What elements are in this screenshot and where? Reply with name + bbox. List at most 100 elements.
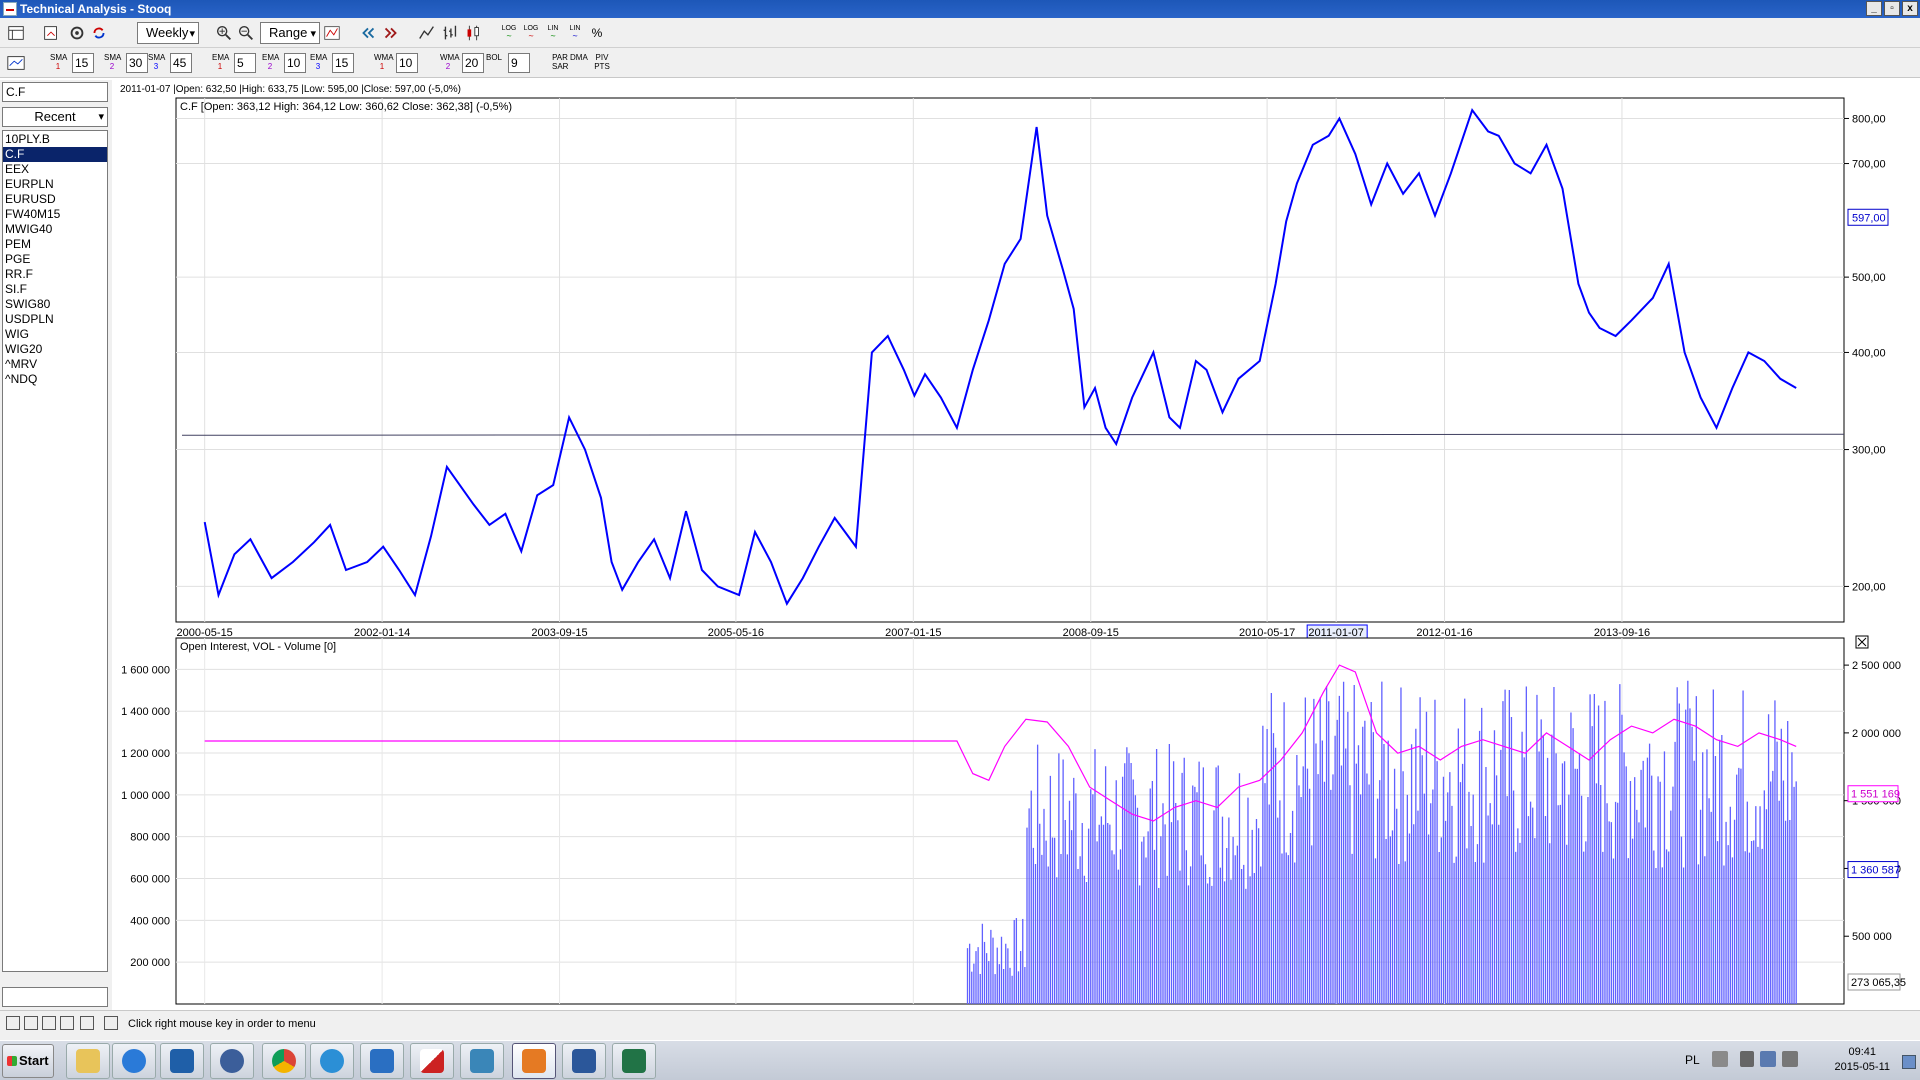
taskbar-word[interactable]	[562, 1043, 606, 1079]
symbol-list-item[interactable]: SI.F	[3, 282, 107, 297]
indicator-name: DMA	[570, 53, 588, 62]
symbol-list-item[interactable]: MWIG40	[3, 222, 107, 237]
recent-select[interactable]: Recent	[2, 107, 108, 127]
symbol-list-item[interactable]: SWIG80	[3, 297, 107, 312]
indicator-period-input[interactable]: 10	[396, 53, 418, 73]
symbol-list-item[interactable]: 10PLY.B	[3, 132, 107, 147]
indicator-bol[interactable]: BOL	[486, 53, 502, 62]
close-button[interactable]: x	[1902, 1, 1918, 16]
indicator-wma-2[interactable]: WMA 2	[440, 53, 460, 71]
symbol-list-item[interactable]: USDPLN	[3, 312, 107, 327]
scroll-right-icon[interactable]	[380, 22, 402, 44]
tray-arrow-icon[interactable]	[1740, 1051, 1754, 1067]
flag-icon[interactable]	[1760, 1051, 1776, 1067]
indicator-name: SMA	[50, 53, 68, 62]
bar-chart-icon[interactable]	[439, 22, 461, 44]
zoom-out-icon[interactable]	[235, 22, 257, 44]
indicator-ema-2[interactable]: EMA 2	[262, 53, 279, 71]
draw-fib-icon[interactable]	[60, 1016, 74, 1030]
network-icon[interactable]	[1712, 1051, 1728, 1067]
scroll-left-icon[interactable]	[357, 22, 379, 44]
indicator-period-input[interactable]: 10	[284, 53, 306, 73]
indicator-sma-3[interactable]: SMA 3	[148, 53, 165, 71]
symbol-list-item[interactable]: RR.F	[3, 267, 107, 282]
indicator-period-input[interactable]: 5	[234, 53, 256, 73]
draw-trend-icon[interactable]	[42, 1016, 56, 1030]
delete-drawing-icon[interactable]	[80, 1016, 94, 1030]
symbol-list-item[interactable]: ^MRV	[3, 357, 107, 372]
taskbar-k-app[interactable]	[410, 1043, 454, 1079]
taskbar-java[interactable]	[512, 1043, 556, 1079]
ohlc-info-line: 2011-01-07 |Open: 632,50 |High: 633,75 |…	[120, 84, 461, 95]
symbol-list-item[interactable]: WIG20	[3, 342, 107, 357]
taskbar-excel[interactable]	[612, 1043, 656, 1079]
clock[interactable]: 09:41 2015-05-11	[1835, 1045, 1890, 1075]
candle-chart-icon[interactable]	[462, 22, 484, 44]
taskbar-swan[interactable]	[210, 1043, 254, 1079]
taskbar-navigation[interactable]	[460, 1043, 504, 1079]
volume-icon[interactable]	[1782, 1051, 1798, 1067]
indicator-wma-1[interactable]: WMA 1	[374, 53, 394, 71]
indicator-period-input[interactable]: 15	[72, 53, 94, 73]
indicator-dma[interactable]: DMA	[570, 53, 588, 62]
taskbar-outlook[interactable]	[160, 1043, 204, 1079]
volume-y-tick-label: 1 000 000	[121, 790, 170, 802]
print-icon[interactable]	[104, 1016, 118, 1030]
symbol-list-item[interactable]: C.F	[3, 147, 107, 162]
symbol-list-item[interactable]: EEX	[3, 162, 107, 177]
minimize-button[interactable]: _	[1866, 1, 1882, 16]
indicator-piv-pts[interactable]: PIV PTS	[594, 53, 610, 71]
interval-select[interactable]: Weekly	[137, 22, 199, 44]
indicator-period-input[interactable]: 45	[170, 53, 192, 73]
indicator-period-input[interactable]: 30	[126, 53, 148, 73]
taskbar-internet-explorer[interactable]	[310, 1043, 354, 1079]
lin-scale-button[interactable]: LIN ∼	[542, 22, 564, 44]
symbol-list-item[interactable]: EURPLN	[3, 177, 107, 192]
indicator-sma-1[interactable]: SMA 1	[50, 53, 68, 71]
indicator-period-input[interactable]: 20	[462, 53, 484, 73]
log-scale-button[interactable]: LOG ∼	[498, 22, 520, 44]
language-indicator[interactable]: PL	[1685, 1053, 1700, 1067]
taskbar-lync[interactable]	[360, 1043, 404, 1079]
symbol-search-input[interactable]	[2, 987, 108, 1007]
symbol-list-item[interactable]: WIG	[3, 327, 107, 342]
log-marker-2: ∼	[528, 33, 534, 40]
log-scale-button-2[interactable]: LOG ∼	[520, 22, 542, 44]
symbol-list-item[interactable]: ^NDQ	[3, 372, 107, 387]
range-select[interactable]: Range	[260, 22, 320, 44]
symbol-list-item[interactable]: PGE	[3, 252, 107, 267]
save-icon[interactable]	[40, 22, 62, 44]
indicator-par-sar[interactable]: PAR SAR	[552, 53, 568, 71]
chart-range-icon[interactable]	[321, 22, 343, 44]
chart-svg[interactable]: 800,00 700,00 500,00 400,00 300,00 200,00 2000…	[112, 80, 1920, 1010]
indicator-chart-icon[interactable]	[5, 52, 27, 74]
indicator-period-input[interactable]: 9	[508, 53, 530, 73]
symbol-input[interactable]: C.F	[2, 82, 108, 102]
taskbar-media-player[interactable]	[112, 1043, 156, 1079]
start-button[interactable]: Start	[2, 1044, 54, 1078]
price-x-tick-label: 2010-05-17	[1239, 627, 1295, 639]
indicator-ema-3[interactable]: EMA 3	[310, 53, 327, 71]
zoom-in-icon[interactable]	[213, 22, 235, 44]
show-desktop-icon[interactable]	[1902, 1055, 1916, 1069]
taskbar-chrome[interactable]	[262, 1043, 306, 1079]
layout-icon[interactable]	[5, 22, 27, 44]
symbol-panel: C.F Recent 10PLY.BC.FEEXEURPLNEURUSDFW40…	[0, 80, 112, 1010]
indicator-sma-2[interactable]: SMA 2	[104, 53, 121, 71]
taskbar-explorer[interactable]	[66, 1043, 110, 1079]
refresh-icon[interactable]	[88, 22, 110, 44]
draw-line-icon[interactable]	[24, 1016, 38, 1030]
indicator-ema-1[interactable]: EMA 1	[212, 53, 229, 71]
maximize-button[interactable]: ▫	[1884, 1, 1900, 16]
symbol-list-item[interactable]: PEM	[3, 237, 107, 252]
settings-icon[interactable]	[66, 22, 88, 44]
save-chart-icon[interactable]	[6, 1016, 20, 1030]
line-chart-icon[interactable]	[416, 22, 438, 44]
symbol-list-item[interactable]: FW40M15	[3, 207, 107, 222]
java-icon	[522, 1049, 546, 1073]
percent-scale-button[interactable]: %	[586, 22, 608, 44]
lin-scale-button-2[interactable]: LIN ∼	[564, 22, 586, 44]
media-player-icon	[122, 1049, 146, 1073]
indicator-period-input[interactable]: 15	[332, 53, 354, 73]
symbol-list-item[interactable]: EURUSD	[3, 192, 107, 207]
